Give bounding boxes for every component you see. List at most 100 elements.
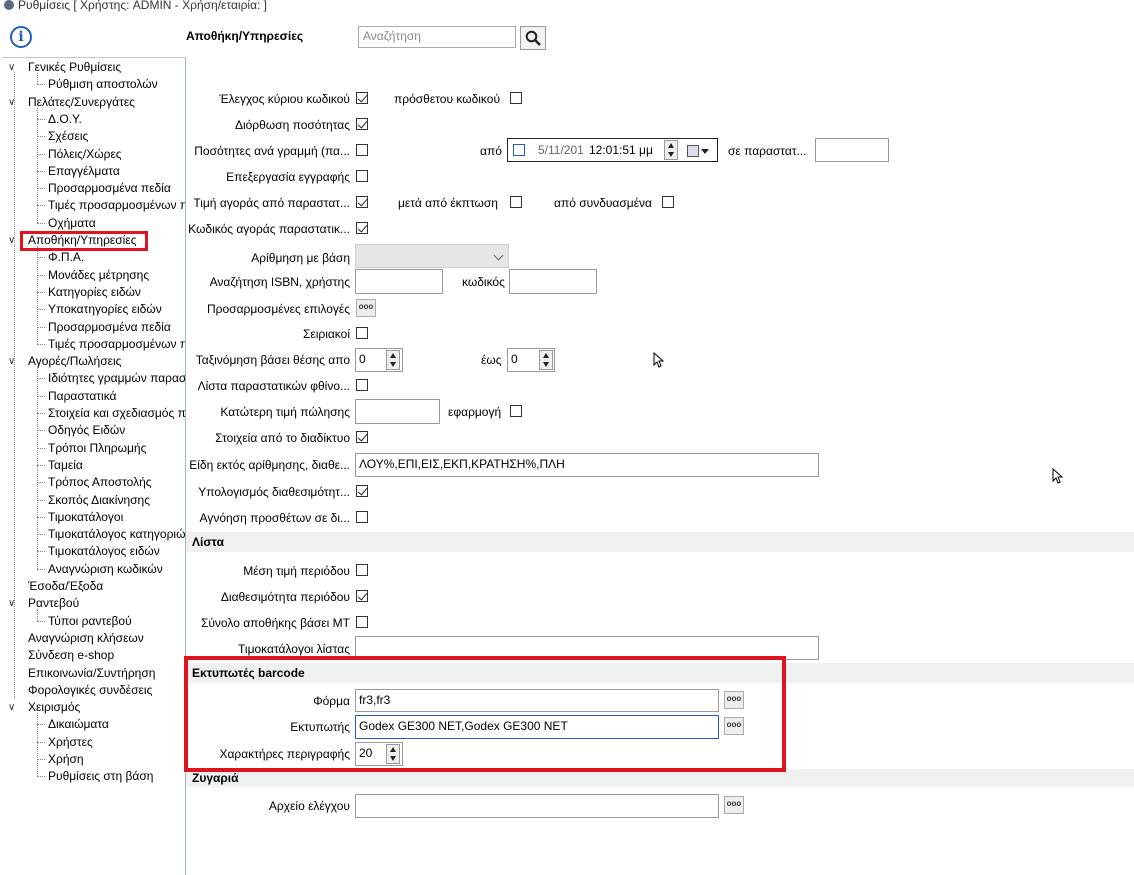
datetime-enable-checkbox[interactable] bbox=[513, 144, 525, 156]
tree-connector bbox=[37, 107, 38, 223]
prosthetou-kodikou-checkbox[interactable] bbox=[510, 92, 522, 104]
kodikos-input[interactable] bbox=[509, 269, 597, 294]
mesi-timi-label: Μέση τιμή περιόδου bbox=[243, 564, 350, 578]
tree-item-label: Σχέσεις bbox=[48, 129, 89, 144]
eidi-ektos-label: Είδη εκτός αρίθμησης, διαθε... bbox=[189, 458, 350, 472]
tree-item-label: Στοιχεία και σχεδιασμός π bbox=[48, 406, 186, 420]
synolo-apothikis-label: Σύνολο αποθήκης βάσει ΜΤ bbox=[200, 616, 350, 630]
date-value: 5/11/201 bbox=[538, 143, 584, 157]
diathesimotita-checkbox[interactable] bbox=[356, 590, 368, 602]
taksinomisi-from-value: 0 bbox=[359, 352, 366, 366]
tree-item-label: Χειρισμός bbox=[28, 700, 81, 715]
arxeio-browse-button[interactable]: ooo bbox=[724, 796, 744, 814]
kyriou-kodikou-label: Έλεγχος κύριου κωδικού bbox=[219, 92, 350, 106]
epeksergasia-checkbox[interactable] bbox=[356, 170, 368, 182]
apo-label: από bbox=[480, 144, 502, 158]
page-title: Αποθήκη/Υπηρεσίες bbox=[186, 29, 304, 43]
tree-item-label: Ρύθμιση αποστολών bbox=[48, 77, 158, 92]
ypologismos-checkbox[interactable] bbox=[356, 485, 368, 497]
tree-item-label: Ρυθμίσεις στη βάση bbox=[48, 769, 154, 784]
mesi-timi-checkbox[interactable] bbox=[356, 564, 368, 576]
tree-item-label: Αναγνώριση κωδικών bbox=[48, 561, 163, 576]
chevron-down-icon[interactable]: ∨ bbox=[8, 699, 20, 716]
posotites-ana-grammi-label: Ποσότητες ανά γραμμή (πα... bbox=[194, 144, 350, 158]
kodikos-agoras-checkbox[interactable] bbox=[356, 222, 368, 234]
se-parastatika-label: σε παραστατ... bbox=[728, 144, 807, 158]
isbn-label: Αναζήτηση ISBN, χρήστης bbox=[209, 275, 350, 289]
tree-item-label: Τρόποι Πληρωμής bbox=[48, 440, 147, 455]
taksinomisi-label: Ταξινόμηση βάσει θέσης απο bbox=[195, 353, 350, 367]
tree-connector bbox=[37, 367, 38, 569]
window-title: Ρυθμίσεις [ Χρήστης: ADMIN - Χρήση/εταιρ… bbox=[18, 0, 268, 12]
isbn-input[interactable] bbox=[355, 269, 443, 294]
tree-connector bbox=[37, 713, 38, 777]
prosarmosmenes-button[interactable]: ooo bbox=[356, 299, 376, 317]
tree-item-label: Τιμοκατάλογος κατηγοριώ bbox=[48, 527, 186, 542]
time-value: 12:01:51 μμ bbox=[589, 143, 653, 157]
lista-fthinousas-checkbox[interactable] bbox=[356, 379, 368, 391]
apo-syndyasmena-checkbox[interactable] bbox=[662, 196, 674, 208]
tree-item-label: Πελάτες/Συνεργάτες bbox=[28, 94, 135, 109]
taksinomisi-from-spinner[interactable] bbox=[386, 350, 400, 370]
ypologismos-label: Υπολογισμός διαθεσιμότητ... bbox=[198, 485, 350, 499]
search-icon bbox=[525, 30, 541, 46]
tree-item-label: Φορολογικές συνδέσεις bbox=[28, 682, 153, 697]
efarmogi-checkbox[interactable] bbox=[510, 405, 522, 417]
agnoisi-checkbox[interactable] bbox=[356, 511, 368, 523]
tree-item-label: Αναγνώριση κλήσεων bbox=[28, 630, 144, 645]
tree-connector bbox=[37, 609, 38, 621]
settings-app-icon bbox=[4, 0, 14, 10]
prosthetou-kodikou-label: πρόσθετου κωδικού bbox=[394, 92, 501, 106]
meta-ekptosi-checkbox[interactable] bbox=[510, 196, 522, 208]
posotites-ana-grammi-checkbox[interactable] bbox=[356, 144, 368, 156]
arxeio-input[interactable] bbox=[355, 794, 719, 818]
tree-item-label: Προσαρμοσμένα πεδία bbox=[48, 319, 171, 334]
calendar-dropdown-icon[interactable] bbox=[701, 149, 709, 154]
kyriou-kodikou-checkbox[interactable] bbox=[356, 92, 368, 104]
datetime-picker[interactable]: 5/11/201 12:01:51 μμ bbox=[507, 138, 718, 162]
settings-tree: ∨ Γενικές Ρυθμίσεις Ρύθμιση αποστολών ∨ Πελά… bbox=[2, 57, 186, 875]
tree-item-label: Αγορές/Πωλήσεις bbox=[28, 354, 122, 369]
tree-item-label: Σύνδεση e-shop bbox=[28, 648, 115, 663]
tree-item-label: Μονάδες μέτρησης bbox=[48, 267, 150, 282]
taksinomisi-to-spinner[interactable] bbox=[539, 350, 553, 370]
tree-item-label: Χρήστες bbox=[48, 734, 93, 749]
tree-item-label: Δικαιώματα bbox=[48, 717, 109, 732]
tree-item-label: Δ.Ο.Υ. bbox=[48, 111, 82, 126]
meta-ekptosi-label: μετά από έκπτωση bbox=[398, 196, 498, 210]
info-icon[interactable]: i bbox=[10, 26, 32, 48]
efarmogi-label: εφαρμογή bbox=[448, 405, 502, 419]
eidi-ektos-input[interactable]: ΛΟΥ%,ΕΠΙ,ΕΙΣ,ΕΚΠ,ΚΡΑΤΗΣΗ%,ΠΛΗ bbox=[355, 453, 819, 477]
tree-root-connector bbox=[14, 72, 15, 700]
tree-item-label: Οχήματα bbox=[48, 215, 96, 230]
tree-item-label: Οδηγός Ειδών bbox=[48, 423, 126, 438]
se-parastatika-input[interactable] bbox=[815, 138, 889, 162]
tree-item-label: Επαγγέλματα bbox=[48, 163, 120, 178]
tree-item-label: Επικοινωνία/Συντήρηση bbox=[28, 665, 156, 680]
calendar-icon[interactable] bbox=[687, 145, 699, 157]
tree-item-label: Κατηγορίες ειδών bbox=[48, 284, 141, 299]
search-button[interactable] bbox=[520, 26, 546, 50]
synolo-apothikis-checkbox[interactable] bbox=[356, 616, 368, 628]
seiriakoi-checkbox[interactable] bbox=[356, 327, 368, 339]
barcode-highlight-box bbox=[184, 656, 786, 772]
tree-highlight-box bbox=[20, 231, 148, 251]
tree-item-label: Ιδιότητες γραμμών παρασ bbox=[48, 371, 186, 386]
window-title-bar: Ρυθμίσεις [ Χρήστης: ADMIN - Χρήση/εταιρ… bbox=[0, 0, 1134, 12]
arithmisi-select[interactable] bbox=[355, 244, 509, 268]
tree-item-label: Τιμές προσαρμοσμένων π bbox=[48, 336, 186, 351]
mouse-cursor-icon bbox=[653, 352, 665, 368]
tree-item-label: Υποκατηγορίες ειδών bbox=[48, 302, 162, 317]
diorthosi-posotitas-label: Διόρθωση ποσότητας bbox=[234, 118, 350, 132]
stoixeia-diadiktyo-checkbox[interactable] bbox=[356, 431, 368, 443]
timi-agoras-label: Τιμή αγοράς από παραστατ... bbox=[193, 196, 350, 210]
diathesimotita-label: Διαθεσιμότητα περιόδου bbox=[220, 590, 350, 604]
timi-agoras-checkbox[interactable] bbox=[356, 196, 368, 208]
diorthosi-posotitas-checkbox[interactable] bbox=[356, 118, 368, 130]
tree-item-label: Παραστατικά bbox=[48, 388, 117, 403]
search-input[interactable]: Αναζήτηση bbox=[358, 26, 516, 48]
time-spinner[interactable] bbox=[664, 140, 678, 160]
katoteri-timi-input[interactable] bbox=[355, 399, 440, 424]
lista-fthinousas-label: Λίστα παραστατικών φθίνο... bbox=[197, 379, 350, 393]
kodikos-label: κωδικός bbox=[462, 275, 505, 289]
